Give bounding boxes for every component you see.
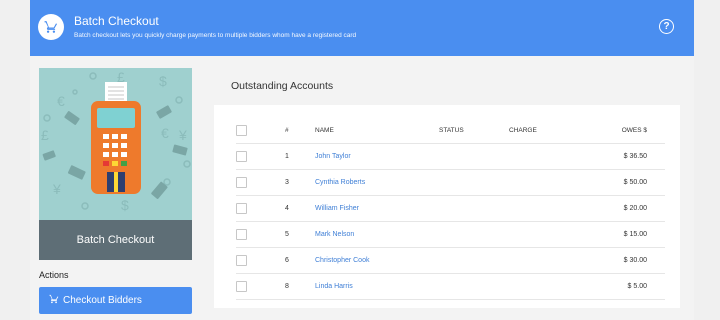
svg-text:$: $ [159, 73, 167, 89]
bidder-name-link[interactable]: Cynthia Roberts [315, 179, 365, 186]
table-row: 6 Christopher Cook $ 30.00 [236, 248, 665, 274]
help-circle-icon[interactable]: ? [659, 19, 674, 34]
row-number: 6 [285, 257, 289, 264]
row-owes: $ 15.00 [623, 231, 647, 238]
table-row: 3 Cynthia Roberts $ 50.00 [236, 170, 665, 196]
page-header: Batch Checkout Batch checkout lets you q… [30, 0, 694, 56]
checkout-button-label: Checkout Bidders [63, 295, 142, 306]
page-title: Batch Checkout [74, 14, 159, 28]
svg-text:€: € [161, 125, 169, 141]
header-cart-badge [38, 14, 64, 40]
row-checkbox[interactable] [236, 203, 247, 214]
column-header-owes[interactable]: OWES $ [622, 127, 647, 134]
row-checkbox[interactable] [236, 255, 247, 266]
row-number: 8 [285, 283, 289, 290]
table-row: 5 Mark Nelson $ 15.00 [236, 222, 665, 248]
card-terminal-illustration: € $ € £ £ ¥ $ ¥ [41, 69, 191, 213]
row-owes: $ 30.00 [623, 257, 647, 264]
column-header-number: # [285, 127, 289, 134]
svg-text:¥: ¥ [178, 127, 187, 143]
bidder-name-link[interactable]: William Fisher [315, 205, 359, 212]
row-owes: $ 36.50 [623, 153, 647, 160]
svg-text:€: € [57, 93, 65, 109]
sidebar-card: € $ € £ £ ¥ $ ¥ Batch Checkout [39, 68, 192, 260]
checkout-bidders-button[interactable]: Checkout Bidders [39, 287, 192, 314]
row-number: 3 [285, 179, 289, 186]
bidder-name-link[interactable]: Mark Nelson [315, 231, 354, 238]
column-header-name[interactable]: NAME [315, 127, 334, 134]
cart-icon [44, 21, 58, 33]
row-number: 4 [285, 205, 289, 212]
row-owes: $ 20.00 [623, 205, 647, 212]
bidder-name-link[interactable]: Christopher Cook [315, 257, 369, 264]
sidebar-caption: Batch Checkout [39, 220, 192, 260]
row-checkbox[interactable] [236, 151, 247, 162]
svg-text:¥: ¥ [52, 181, 61, 197]
page-subtitle: Batch checkout lets you quickly charge p… [74, 32, 357, 39]
accounts-table: # NAME STATUS CHARGE OWES $ 1 John Taylo… [236, 118, 665, 300]
row-number: 5 [285, 231, 289, 238]
panel-title: Outstanding Accounts [214, 68, 680, 105]
row-owes: $ 5.00 [627, 283, 647, 290]
outstanding-accounts-panel: Outstanding Accounts # NAME STATUS CHARG… [214, 68, 680, 308]
column-header-status[interactable]: STATUS [439, 127, 464, 134]
row-owes: $ 50.00 [623, 179, 647, 186]
select-all-checkbox[interactable] [236, 125, 247, 136]
table-header-row: # NAME STATUS CHARGE OWES $ [236, 118, 665, 144]
svg-text:$: $ [121, 197, 129, 213]
bidder-name-link[interactable]: Linda Harris [315, 283, 353, 290]
table-row: 8 Linda Harris $ 5.00 [236, 274, 665, 300]
column-header-charge[interactable]: CHARGE [509, 127, 537, 134]
table-row: 4 William Fisher $ 20.00 [236, 196, 665, 222]
svg-text:£: £ [41, 127, 49, 143]
cart-icon [49, 294, 59, 304]
row-checkbox[interactable] [236, 177, 247, 188]
row-checkbox[interactable] [236, 229, 247, 240]
bidder-name-link[interactable]: John Taylor [315, 153, 351, 160]
table-row: 1 John Taylor $ 36.50 [236, 144, 665, 170]
row-number: 1 [285, 153, 289, 160]
row-checkbox[interactable] [236, 281, 247, 292]
actions-label: Actions [39, 270, 69, 280]
